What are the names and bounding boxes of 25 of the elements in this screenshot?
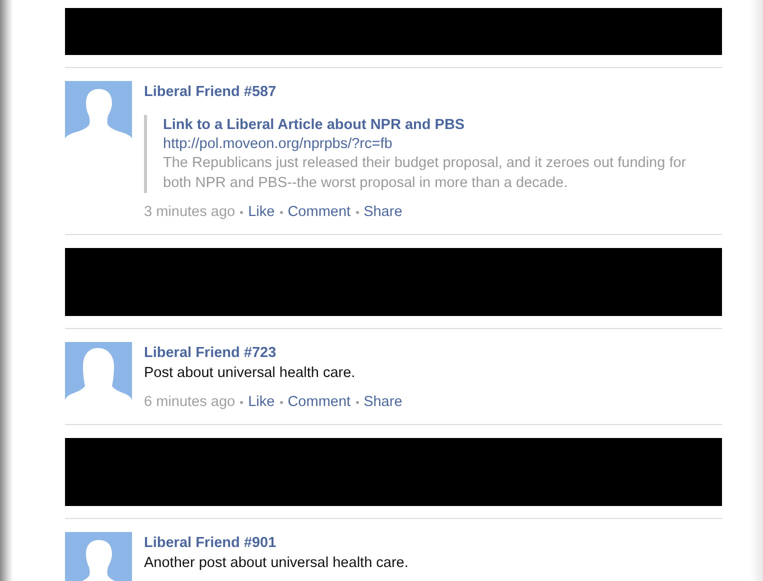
- avatar-icon[interactable]: [65, 342, 132, 409]
- link-title[interactable]: Link to a Liberal Article about NPR and PBS: [163, 115, 465, 135]
- action-link[interactable]: Like: [248, 202, 275, 222]
- separator-dot: [280, 400, 283, 404]
- avatar-icon[interactable]: [65, 81, 132, 148]
- separator-dot: [280, 210, 283, 214]
- timestamp: 6 minutes ago: [144, 393, 236, 412]
- author-link[interactable]: Liberal Friend #901: [144, 533, 276, 553]
- action-link[interactable]: Comment: [288, 202, 351, 222]
- avatar-icon[interactable]: [65, 532, 132, 581]
- action-link[interactable]: Comment: [288, 392, 351, 412]
- action-link[interactable]: Share: [364, 392, 402, 412]
- action-link[interactable]: Like: [248, 392, 275, 412]
- post-text: Another post about universal health care.: [144, 554, 408, 573]
- author-link[interactable]: Liberal Friend #723: [144, 343, 276, 363]
- link-description: The Republicans just released their budget proposal, and it zeroes out funding for both NPR and PBS--the worst proposal in more than a decade.: [163, 154, 688, 193]
- separator-dot: [240, 400, 244, 404]
- separator-dot: [240, 210, 244, 214]
- post-text: Post about universal health care.: [144, 364, 356, 383]
- author-link[interactable]: Liberal Friend #587: [144, 82, 276, 102]
- action-link[interactable]: Share: [364, 202, 402, 222]
- timestamp: 3 minutes ago: [144, 203, 236, 222]
- link-url[interactable]: http://pol.moveon.org/nprpbs/?rc=fb: [163, 135, 392, 153]
- separator-dot: [356, 210, 359, 214]
- separator-dot: [356, 400, 359, 404]
